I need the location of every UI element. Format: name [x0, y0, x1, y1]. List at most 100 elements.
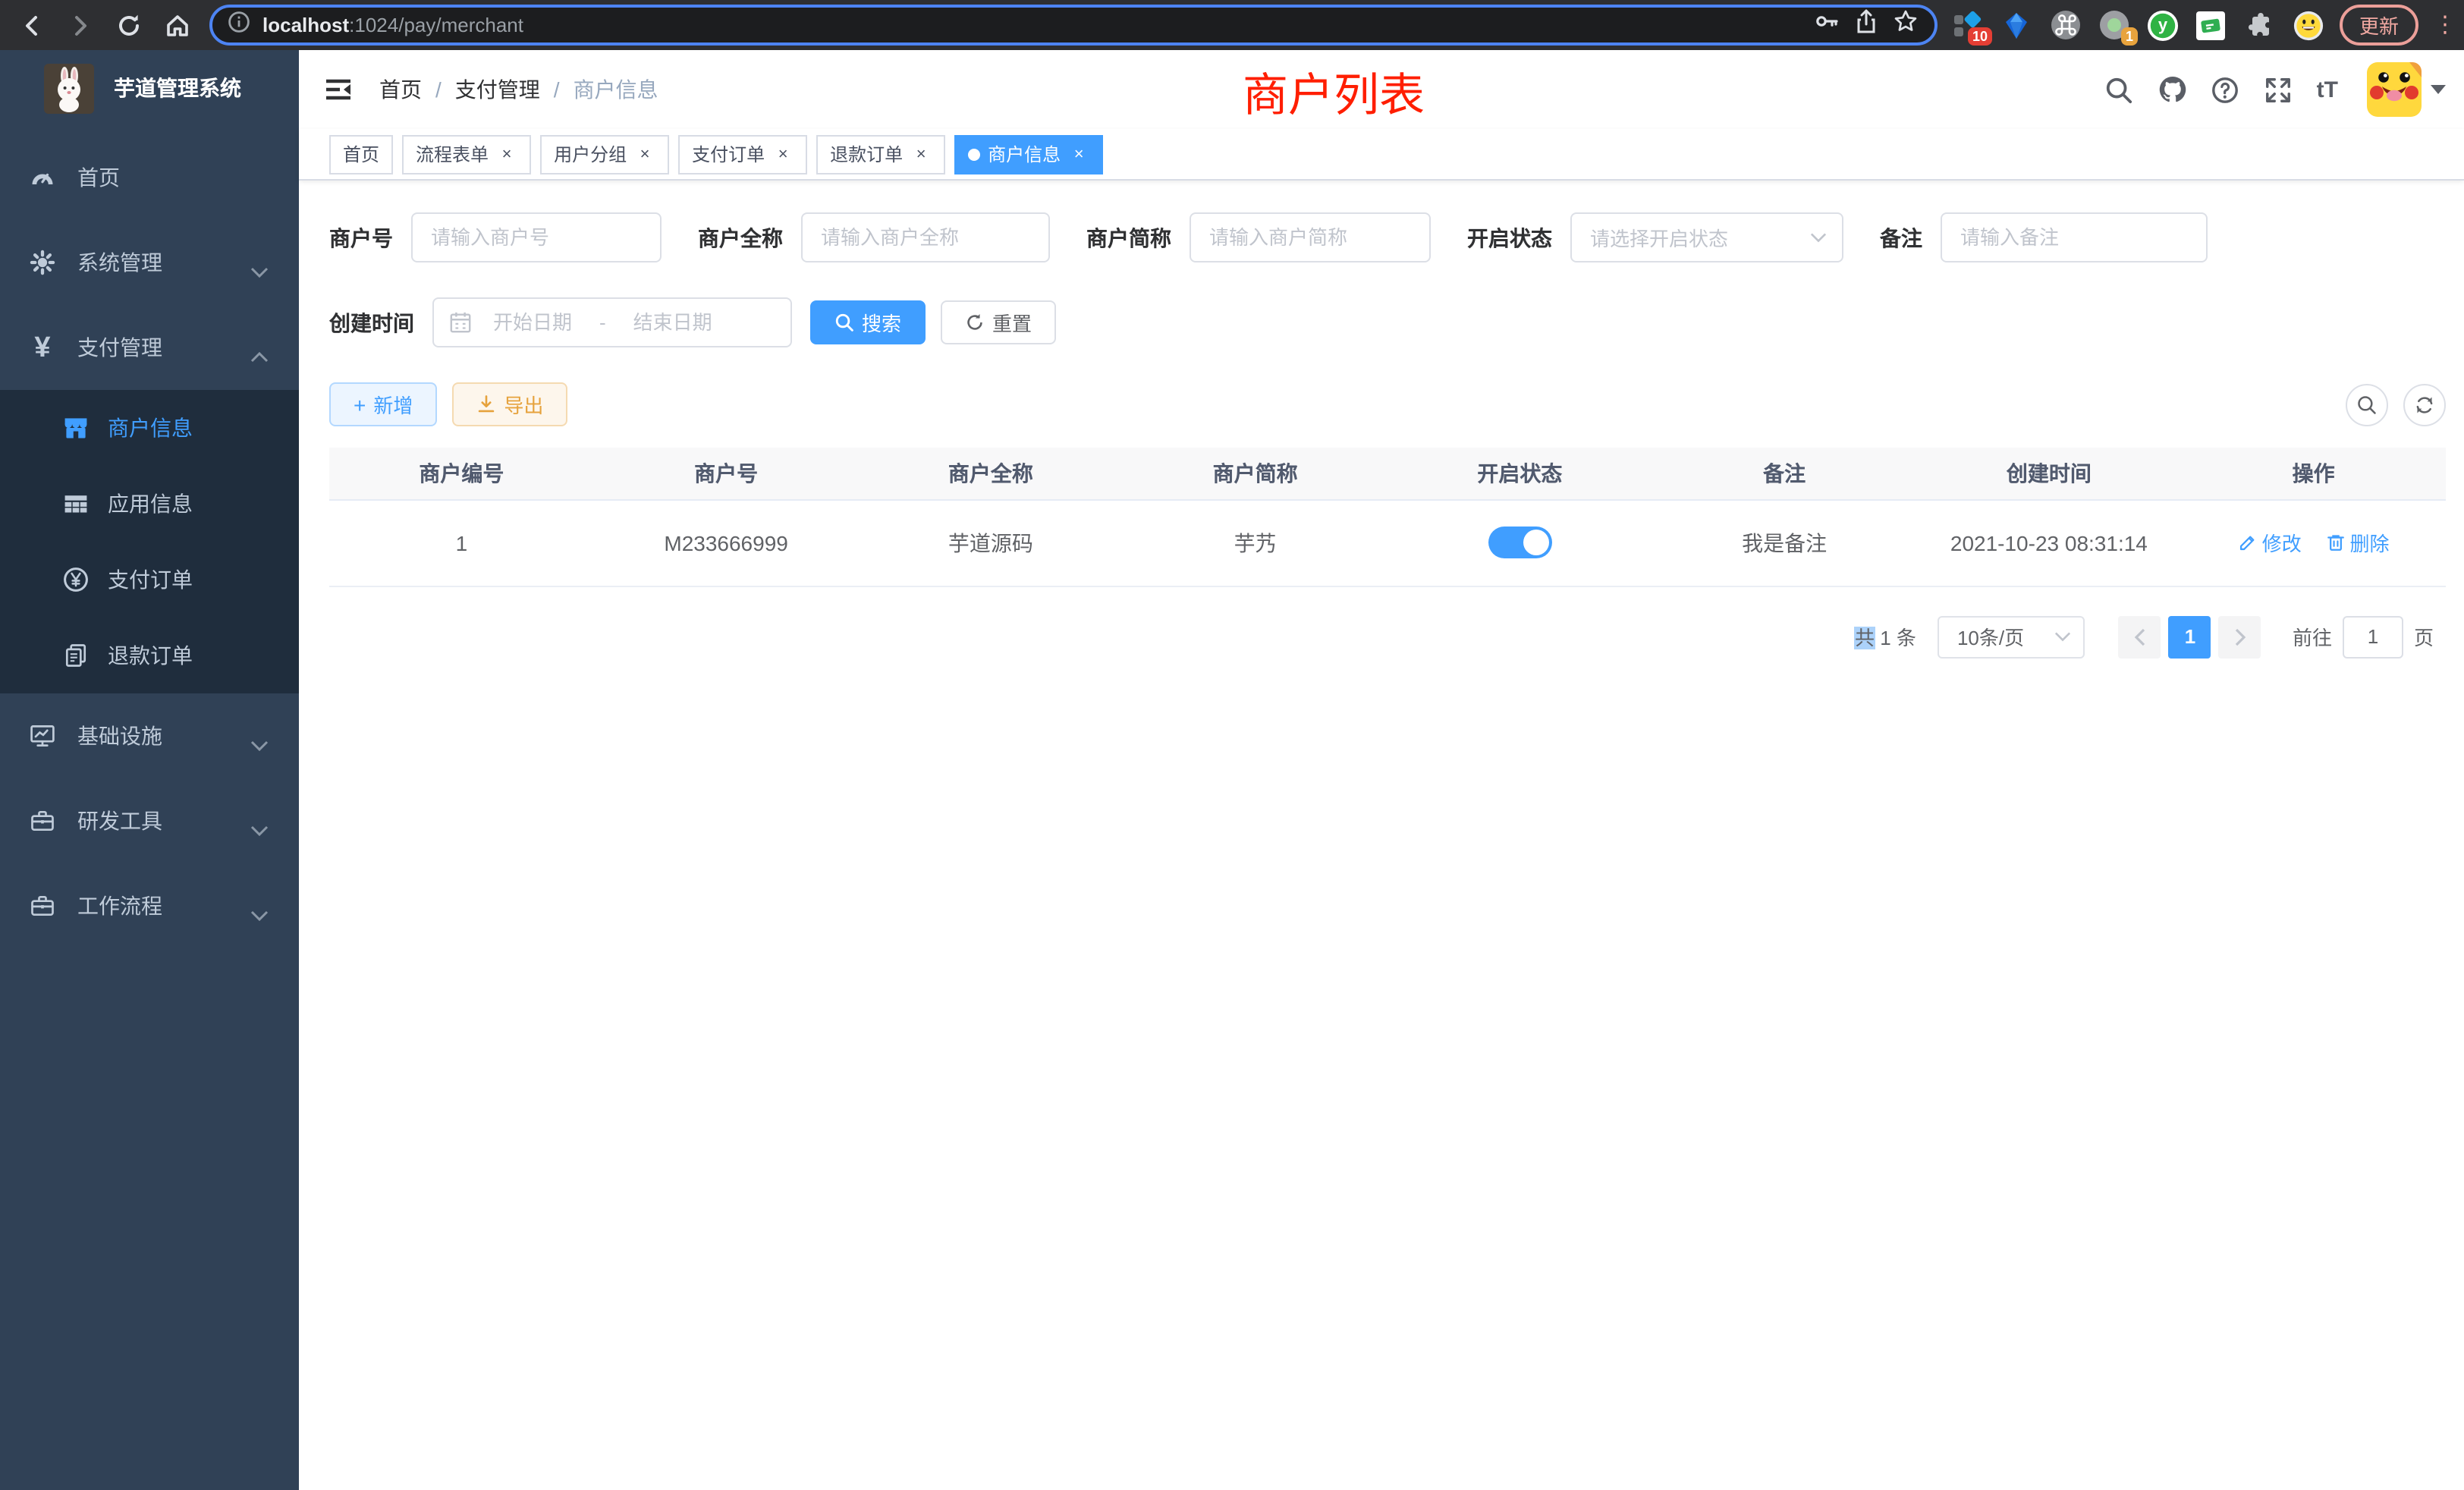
- header-search-icon[interactable]: [2104, 74, 2135, 105]
- export-button[interactable]: 导出: [452, 382, 567, 426]
- browser-update-button[interactable]: 更新: [2340, 5, 2418, 46]
- reset-button[interactable]: 重置: [941, 300, 1056, 344]
- logo-row[interactable]: 芋道管理系统: [0, 50, 299, 126]
- close-icon[interactable]: ×: [634, 143, 655, 165]
- github-icon[interactable]: [2158, 74, 2188, 105]
- tab-user-group[interactable]: 用户分组×: [540, 134, 669, 174]
- breadcrumb-pay[interactable]: 支付管理: [455, 74, 540, 105]
- close-icon[interactable]: ×: [496, 143, 517, 165]
- url-text: localhost:1024/pay/merchant: [262, 14, 523, 36]
- plus-icon: +: [354, 394, 366, 415]
- sidebar-item-refund-order[interactable]: 退款订单: [0, 618, 299, 693]
- refresh-icon: [2414, 394, 2435, 415]
- extension-grid-icon[interactable]: 10: [1953, 9, 1985, 41]
- sidebar-toggle-icon[interactable]: [322, 73, 355, 106]
- extension-record-icon[interactable]: 1: [2098, 9, 2130, 41]
- help-icon[interactable]: [2211, 74, 2241, 105]
- table-grid-icon: [62, 490, 90, 517]
- goto-page-input[interactable]: [2343, 615, 2403, 658]
- reload-icon[interactable]: [112, 8, 146, 42]
- goto-label: 前往: [2293, 622, 2332, 651]
- add-button[interactable]: + 新增: [329, 382, 437, 426]
- table-header-row: 商户编号 商户号 商户全称 商户简称 开启状态 备注 创建时间 操作: [329, 448, 2446, 499]
- app-title: 芋道管理系统: [114, 73, 241, 103]
- full-name-input[interactable]: [801, 212, 1050, 262]
- short-name-input[interactable]: [1190, 212, 1431, 262]
- trash-icon: [2326, 533, 2346, 552]
- tab-process-form[interactable]: 流程表单×: [402, 134, 531, 174]
- active-dot: [968, 148, 980, 160]
- fullscreen-icon[interactable]: [2264, 74, 2294, 105]
- close-icon[interactable]: ×: [910, 143, 932, 165]
- sidebar-item-pay-order[interactable]: 支付订单: [0, 542, 299, 618]
- date-range-picker[interactable]: -: [432, 297, 792, 347]
- sidebar-item-dev-tools[interactable]: 研发工具: [0, 778, 299, 863]
- documents-icon: [62, 642, 90, 669]
- next-page-button[interactable]: [2219, 615, 2261, 658]
- browser-toolbar: localhost:1024/pay/merchant 10: [0, 0, 2464, 50]
- sidebar-item-merchant-info[interactable]: 商户信息: [0, 390, 299, 466]
- profile-avatar-icon[interactable]: [2293, 9, 2324, 41]
- chevron-down-icon: [250, 731, 269, 756]
- font-size-icon[interactable]: tT: [2317, 77, 2338, 102]
- pay-submenu: 商户信息 应用信息 支付订单: [0, 390, 299, 693]
- status-select[interactable]: 请选择开启状态: [1570, 212, 1843, 262]
- col-create-time: 创建时间: [1917, 448, 2182, 499]
- merchant-no-label: 商户号: [329, 222, 393, 253]
- extension-gem-icon[interactable]: [2001, 9, 2033, 41]
- dashboard-icon: [29, 164, 56, 191]
- address-bar[interactable]: localhost:1024/pay/merchant: [209, 5, 1938, 46]
- merchant-table: 商户编号 商户号 商户全称 商户简称 开启状态 备注 创建时间 操作 1: [329, 448, 2446, 586]
- export-button-label: 导出: [504, 390, 543, 419]
- refresh-table-button[interactable]: [2403, 383, 2446, 426]
- breadcrumb-home[interactable]: 首页: [379, 74, 422, 105]
- remark-input[interactable]: [1941, 212, 2208, 262]
- edit-link[interactable]: 修改: [2238, 528, 2302, 557]
- close-icon[interactable]: ×: [772, 143, 794, 165]
- tab-home[interactable]: 首页: [329, 134, 393, 174]
- site-info-icon[interactable]: [228, 10, 250, 40]
- back-icon[interactable]: [15, 8, 49, 42]
- extension-yudao-icon[interactable]: y: [2147, 9, 2179, 41]
- chevron-down-icon: [250, 258, 269, 282]
- sidebar-item-label: 研发工具: [77, 806, 162, 836]
- hide-search-button[interactable]: [2346, 383, 2388, 426]
- sidebar-item-system[interactable]: 系统管理: [0, 220, 299, 305]
- end-date-input[interactable]: [618, 311, 728, 334]
- home-icon[interactable]: [161, 8, 194, 42]
- merchant-no-input[interactable]: [411, 212, 662, 262]
- extension-command-icon[interactable]: [2050, 9, 2082, 41]
- tab-pay-order[interactable]: 支付订单×: [678, 134, 807, 174]
- edit-label: 修改: [2262, 528, 2302, 557]
- cell-actions: 修改 删除: [2181, 499, 2446, 586]
- top-navbar: 首页 / 支付管理 / 商户信息: [299, 50, 2464, 129]
- chevron-down-icon: [2431, 85, 2446, 94]
- chevron-down-icon: [2054, 631, 2071, 642]
- tab-refund-order[interactable]: 退款订单×: [816, 134, 945, 174]
- sidebar-item-infrastructure[interactable]: 基础设施: [0, 693, 299, 778]
- status-toggle[interactable]: [1488, 527, 1551, 558]
- sidebar-item-pay[interactable]: ¥ 支付管理: [0, 305, 299, 390]
- add-button-label: 新增: [373, 390, 413, 419]
- browser-menu-icon[interactable]: ⋮: [2434, 20, 2449, 30]
- bookmark-star-icon[interactable]: [1892, 8, 1919, 42]
- breadcrumb-separator: /: [435, 77, 442, 102]
- close-icon[interactable]: ×: [1068, 143, 1089, 165]
- tab-merchant-info[interactable]: 商户信息×: [954, 134, 1103, 174]
- user-menu[interactable]: [2367, 62, 2446, 117]
- forward-icon[interactable]: [64, 8, 97, 42]
- extension-chat-icon[interactable]: [2195, 9, 2227, 41]
- share-icon[interactable]: [1853, 8, 1880, 42]
- search-button[interactable]: 搜索: [810, 300, 926, 344]
- page-size-select[interactable]: 10条/页: [1938, 615, 2085, 658]
- sidebar-item-app-info[interactable]: 应用信息: [0, 466, 299, 542]
- sidebar-item-home[interactable]: 首页: [0, 135, 299, 220]
- prev-page-button[interactable]: [2119, 615, 2161, 658]
- start-date-input[interactable]: [478, 311, 587, 334]
- password-key-icon[interactable]: [1813, 8, 1840, 42]
- sidebar-item-workflow[interactable]: 工作流程: [0, 863, 299, 948]
- page-1-button[interactable]: 1: [2169, 615, 2211, 658]
- cell-status: [1388, 499, 1652, 586]
- extensions-puzzle-icon[interactable]: [2244, 9, 2276, 41]
- delete-link[interactable]: 删除: [2326, 528, 2390, 557]
